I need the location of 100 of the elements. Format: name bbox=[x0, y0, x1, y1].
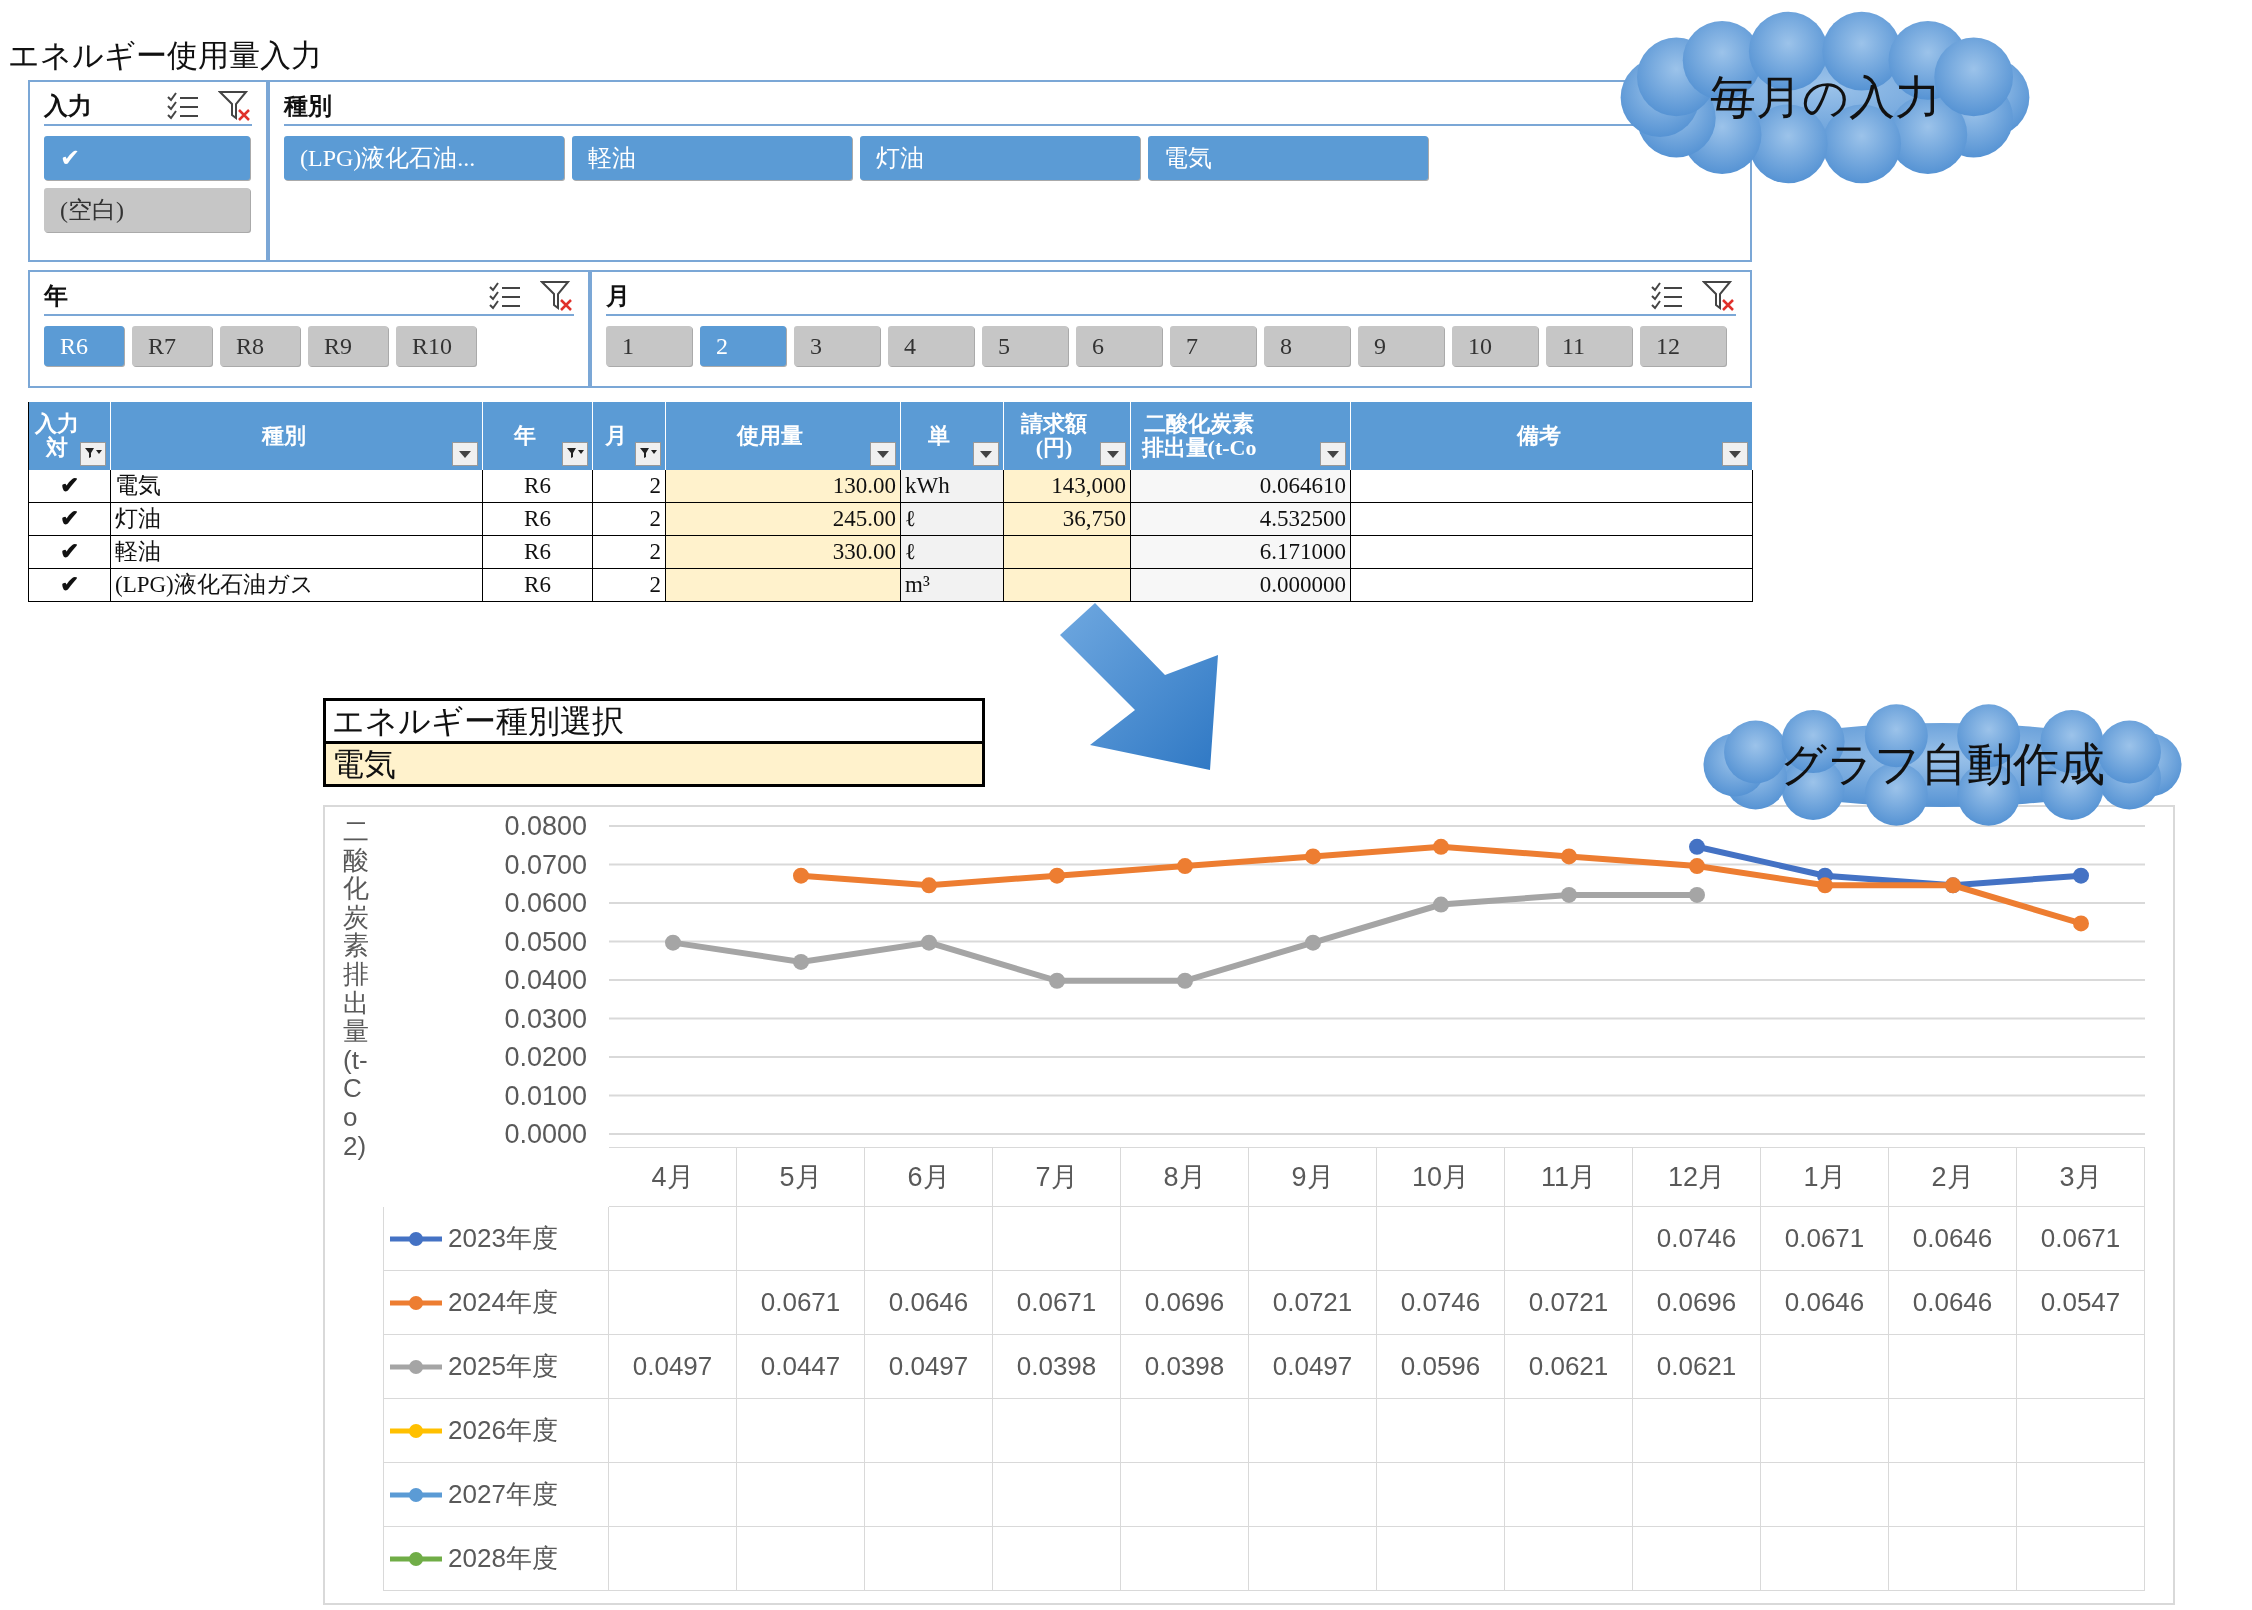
value-cell: 0.0671 bbox=[737, 1271, 865, 1335]
table-cell: 330.00 bbox=[666, 536, 901, 569]
slicer-item[interactable]: R10 bbox=[396, 326, 476, 366]
value-cell: 0.0497 bbox=[1249, 1335, 1377, 1399]
multi-select-icon[interactable] bbox=[488, 281, 522, 311]
slicer-item[interactable]: 4 bbox=[888, 326, 974, 366]
column-title: 入力対 bbox=[33, 412, 80, 460]
caret-icon bbox=[979, 449, 993, 459]
tick-label: 0.0500 bbox=[504, 925, 587, 959]
tick-label: 0.0700 bbox=[504, 848, 587, 882]
dropdown-button[interactable] bbox=[1320, 442, 1346, 466]
table-cell: 143,000 bbox=[1004, 470, 1131, 503]
data-point bbox=[793, 953, 809, 970]
multi-select-icon[interactable] bbox=[166, 91, 200, 121]
value-cell: 0.0547 bbox=[2017, 1271, 2145, 1335]
slicer-title: 年 bbox=[44, 282, 68, 311]
data-point bbox=[1049, 867, 1065, 884]
table-cell: ✔ bbox=[29, 470, 111, 503]
dropdown-button[interactable] bbox=[1100, 442, 1126, 466]
dropdown-button[interactable] bbox=[870, 442, 896, 466]
page-title: エネルギー使用量入力 bbox=[8, 37, 322, 75]
clear-filter-icon[interactable] bbox=[218, 90, 252, 122]
value-cell: 0.0646 bbox=[865, 1271, 993, 1335]
slicer-item[interactable]: R9 bbox=[308, 326, 388, 366]
category-label: 9月 bbox=[1249, 1147, 1377, 1207]
table-cell: 軽油 bbox=[111, 536, 483, 569]
value-cell: 0.0671 bbox=[2017, 1207, 2145, 1271]
slicer-item[interactable]: 12 bbox=[1640, 326, 1726, 366]
value-cell: 0.0671 bbox=[993, 1271, 1121, 1335]
table-cell: R6 bbox=[483, 470, 593, 503]
table-cell: 6.171000 bbox=[1131, 536, 1351, 569]
table-cell: ℓ bbox=[901, 503, 1004, 536]
column-title: 使用量 bbox=[735, 424, 804, 448]
value-cell: 0.0646 bbox=[1889, 1271, 2017, 1335]
value-cell: 0.0398 bbox=[1121, 1335, 1249, 1399]
filter-button[interactable] bbox=[562, 442, 588, 466]
multi-select-icon[interactable] bbox=[1650, 281, 1684, 311]
data-point bbox=[1433, 896, 1449, 913]
category-label: 6月 bbox=[865, 1147, 993, 1207]
value-cell: 0.0696 bbox=[1121, 1271, 1249, 1335]
dropdown-button[interactable] bbox=[452, 442, 478, 466]
series-name: 2028年度 bbox=[448, 1542, 558, 1575]
slicer-item[interactable]: 11 bbox=[1546, 326, 1632, 366]
value-cell: 0.0721 bbox=[1505, 1271, 1633, 1335]
slicer-item[interactable]: 9 bbox=[1358, 326, 1444, 366]
tick-label: 0.0400 bbox=[504, 964, 587, 997]
clear-filter-icon[interactable] bbox=[1702, 280, 1736, 312]
caret-icon bbox=[1728, 449, 1742, 459]
tick-label: 0.0800 bbox=[504, 810, 587, 843]
slicer-item[interactable]: (空白) bbox=[44, 188, 250, 232]
slicer-item[interactable]: 5 bbox=[982, 326, 1068, 366]
table-cell: ℓ bbox=[901, 536, 1004, 569]
slicer-item[interactable]: 1 bbox=[606, 326, 692, 366]
slicer-item[interactable]: R7 bbox=[132, 326, 212, 366]
column-title: 二酸化炭素排出量(t-Co bbox=[1140, 412, 1258, 460]
cloud-callout: グラフ自動作成 bbox=[1675, 695, 2210, 835]
table-cell: 245.00 bbox=[666, 503, 901, 536]
table-cell: R6 bbox=[483, 536, 593, 569]
table-cell: 130.00 bbox=[666, 470, 901, 503]
table-cell: 2 bbox=[593, 503, 666, 536]
data-point bbox=[1689, 886, 1705, 903]
filter-button[interactable] bbox=[635, 442, 661, 466]
slicer-item[interactable]: 7 bbox=[1170, 326, 1256, 366]
category-label: 8月 bbox=[1121, 1147, 1249, 1207]
table-cell: R6 bbox=[483, 503, 593, 536]
data-point bbox=[1049, 972, 1065, 989]
clear-filter-icon[interactable] bbox=[540, 280, 574, 312]
series-name: 2026年度 bbox=[448, 1414, 558, 1447]
selector-field[interactable]: 電気 bbox=[326, 744, 982, 784]
column-title: 請求額(円) bbox=[1020, 412, 1088, 460]
filter-button[interactable] bbox=[80, 442, 106, 466]
data-point bbox=[2073, 867, 2089, 884]
category-label: 2月 bbox=[1889, 1147, 2017, 1207]
dropdown-button[interactable] bbox=[973, 442, 999, 466]
value-cell: 0.0621 bbox=[1505, 1335, 1633, 1399]
dropdown-button[interactable] bbox=[1722, 442, 1748, 466]
slicer-title: 月 bbox=[606, 282, 630, 311]
data-point bbox=[1689, 858, 1705, 875]
slicer-item[interactable]: R8 bbox=[220, 326, 300, 366]
table-cell: 灯油 bbox=[111, 503, 483, 536]
slicer-item[interactable]: 6 bbox=[1076, 326, 1162, 366]
column-title: 備考 bbox=[1515, 424, 1562, 448]
series-name: 2024年度 bbox=[448, 1286, 558, 1319]
data-point bbox=[1305, 848, 1321, 865]
series-name: 2027年度 bbox=[448, 1478, 558, 1511]
table-cell: 2 bbox=[593, 569, 666, 602]
data-point bbox=[1817, 877, 1833, 894]
axis-title: 二酸化炭素排出量(t-Co2) bbox=[343, 817, 369, 1163]
table-cell: 4.532500 bbox=[1131, 503, 1351, 536]
data-point bbox=[1177, 858, 1193, 875]
slicer-item[interactable]: 3 bbox=[794, 326, 880, 366]
value-cell: 0.0696 bbox=[1633, 1271, 1761, 1335]
slicer-item[interactable]: 10 bbox=[1452, 326, 1538, 366]
slicer-item[interactable]: 8 bbox=[1264, 326, 1350, 366]
category-label: 4月 bbox=[609, 1147, 737, 1207]
data-point bbox=[1305, 934, 1321, 951]
category-label: 11月 bbox=[1505, 1147, 1633, 1207]
value-cell: 0.0497 bbox=[865, 1335, 993, 1399]
tick-label: 0.0600 bbox=[504, 887, 587, 920]
caret-icon bbox=[1106, 449, 1120, 459]
